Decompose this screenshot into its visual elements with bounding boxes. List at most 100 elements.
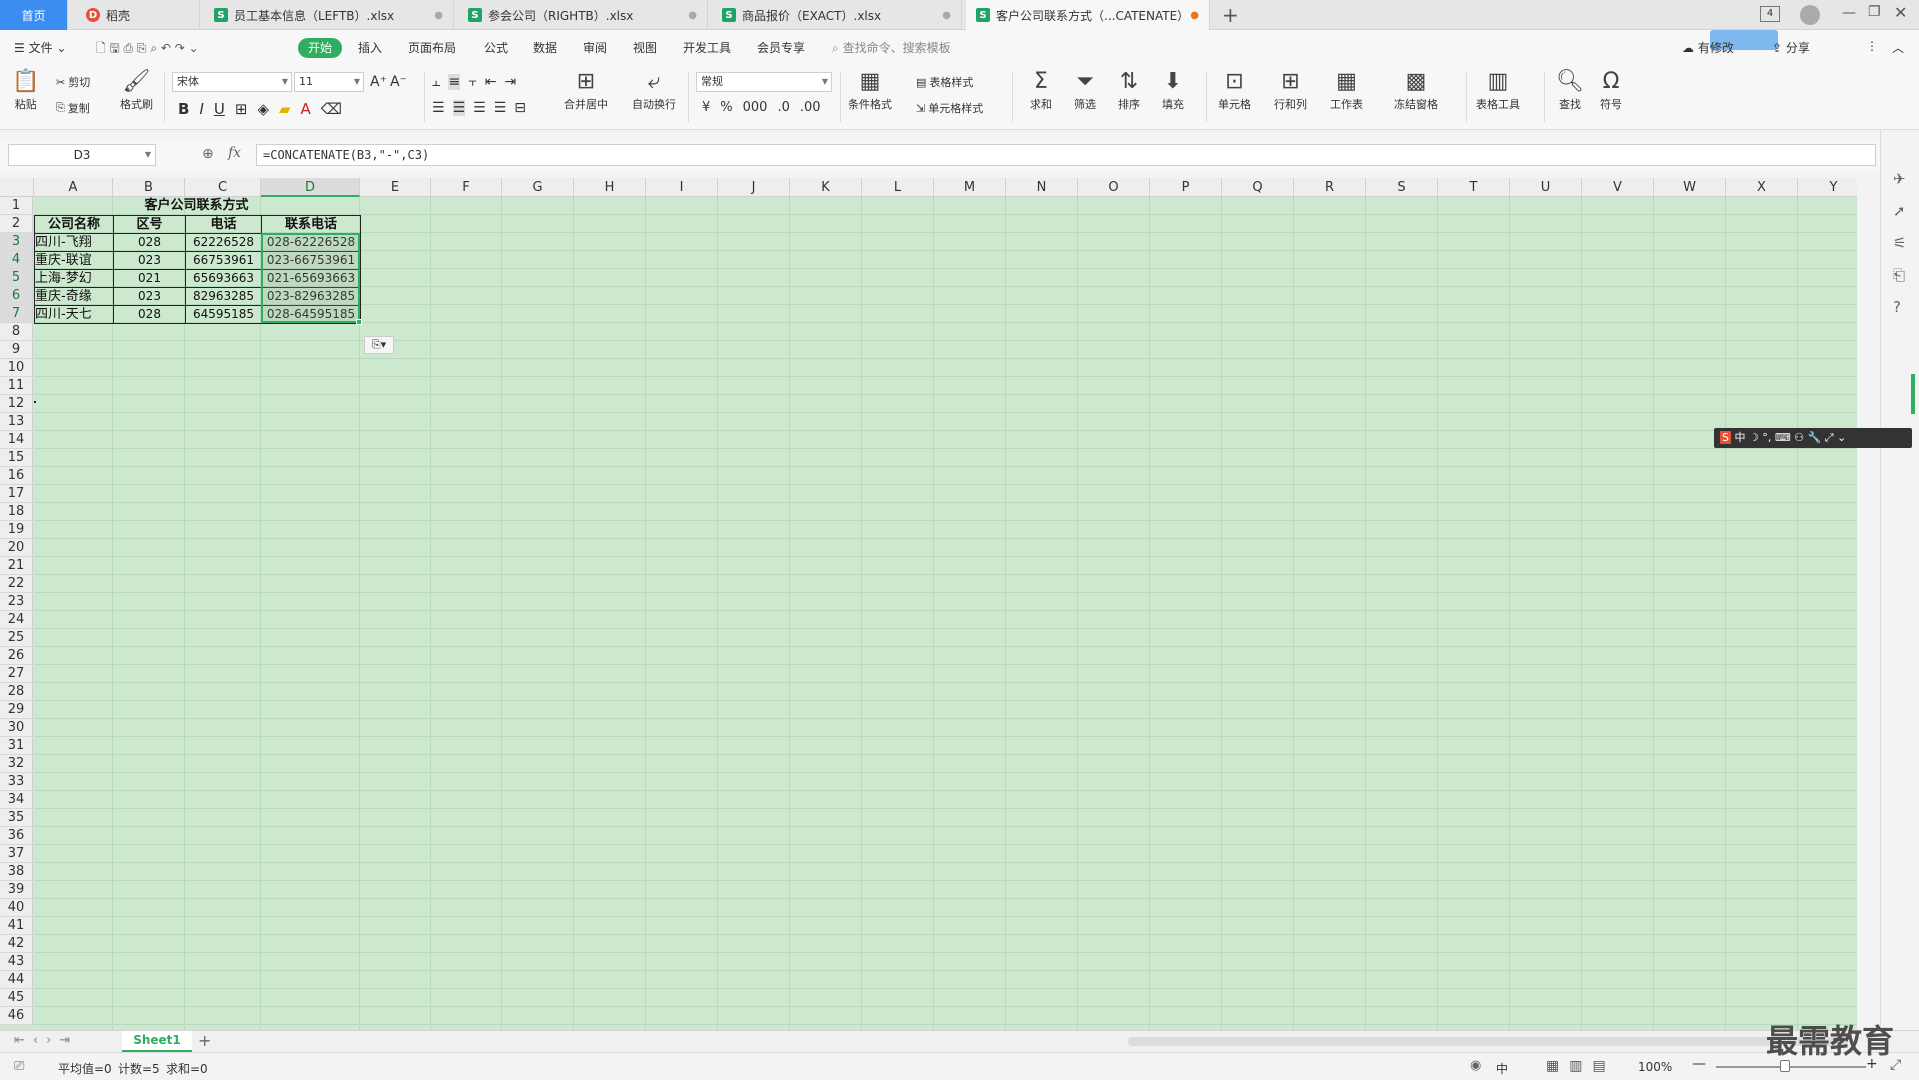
align-center-icon[interactable]: ☰ [452,100,466,116]
sheet-title[interactable]: 客户公司联系方式 [34,197,359,215]
row-header-10[interactable]: 10 [0,359,33,377]
row-header-1[interactable]: 1 [0,197,33,215]
close-icon[interactable]: ● [434,10,443,21]
align-left-icon[interactable]: ☰ [432,100,445,116]
column-header-N[interactable]: N [1006,178,1078,197]
row-header-6[interactable]: 6 [0,287,33,305]
column-header-W[interactable]: W [1654,178,1726,197]
fill-button[interactable]: ⬇ 填充 [1162,68,1184,112]
percent-icon[interactable]: % [720,100,732,115]
menu-tab-review[interactable]: 审阅 [583,39,607,56]
row-header-32[interactable]: 32 [0,755,33,773]
column-header-P[interactable]: P [1150,178,1222,197]
merge-center-button[interactable]: ⊞ 合并居中 [564,68,608,112]
sliders-icon[interactable]: ⚟ [1893,234,1906,252]
column-header-I[interactable]: I [646,178,718,197]
formula-input[interactable]: =CONCATENATE(B3,"-",C3) [256,144,1876,166]
row-header-45[interactable]: 45 [0,989,33,1007]
table-cell[interactable]: 重庆-奇缘 [34,287,114,306]
macro-icon[interactable]: ⎚ [14,1059,24,1074]
cut-button[interactable]: ✂ 剪切 [56,74,90,90]
fill-color-icon[interactable]: ◈ [257,100,269,118]
indent-increase-icon[interactable]: ⇥ [504,74,516,90]
row-header-26[interactable]: 26 [0,647,33,665]
font-name-select[interactable]: 宋体 ▼ [172,72,292,92]
file-menu[interactable]: ☰ 文件 ⌄ [14,39,66,56]
ime-mode[interactable]: 中 [1496,1060,1508,1077]
backup-icon[interactable]: ⎗ [1893,266,1905,284]
filter-button[interactable]: ⏷ 筛选 [1074,68,1096,112]
column-header-D[interactable]: D [261,178,360,197]
row-header-43[interactable]: 43 [0,953,33,971]
window-count-badge[interactable]: 4 [1760,6,1780,22]
column-header-K[interactable]: K [790,178,862,197]
row-header-38[interactable]: 38 [0,863,33,881]
row-header-31[interactable]: 31 [0,737,33,755]
help-icon[interactable]: ? [1893,298,1901,316]
align-right-icon[interactable]: ☰ [473,100,486,116]
unsaved-dot-icon[interactable]: ● [1190,10,1199,21]
paste-options-icon[interactable]: ⎘▾ [364,336,394,354]
thousands-icon[interactable]: 000 [743,100,768,115]
sort-button[interactable]: ⇅ 排序 [1118,68,1140,112]
column-header-C[interactable]: C [185,178,261,197]
column-header-S[interactable]: S [1366,178,1438,197]
menu-tab-data[interactable]: 数据 [533,39,557,56]
column-header-H[interactable]: H [574,178,646,197]
view-mode-icons[interactable]: ▦▥▤ [1546,1058,1616,1074]
table-cell[interactable]: 四川-飞翔 [34,233,114,252]
column-header-B[interactable]: B [113,178,185,197]
column-header-A[interactable]: A [34,178,113,197]
row-col-button[interactable]: ⊞ 行和列 [1274,68,1307,112]
menu-tab-formula[interactable]: 公式 [484,39,508,56]
font-increase-icon[interactable]: A⁺ [370,74,387,90]
border-icon[interactable]: ⊞ [235,100,248,118]
row-header-16[interactable]: 16 [0,467,33,485]
column-header-M[interactable]: M [934,178,1006,197]
column-header-O[interactable]: O [1078,178,1150,197]
row-header-36[interactable]: 36 [0,827,33,845]
row-header-39[interactable]: 39 [0,881,33,899]
find-button[interactable]: 🔍︎ 查找 [1556,68,1584,112]
cloud-save-status[interactable]: ☁ 有修改 [1682,39,1734,56]
column-header-G[interactable]: G [502,178,574,197]
table-cell[interactable]: 65693663 [185,269,262,288]
header-cell[interactable]: 区号 [113,215,186,234]
row-header-19[interactable]: 19 [0,521,33,539]
table-cell[interactable]: 82963285 [185,287,262,306]
column-header-E[interactable]: E [360,178,431,197]
number-format-select[interactable]: 常规 ▼ [696,72,832,92]
tab-rightb[interactable]: S 参会公司（RIGHTB）.xlsx ● [458,0,708,30]
sum-button[interactable]: Σ 求和 [1030,68,1052,112]
sheet-nav-arrows[interactable]: ⇤‹›⇥ [14,1033,78,1048]
font-decrease-icon[interactable]: A⁻ [390,74,407,90]
zoom-slider[interactable] [1716,1066,1866,1068]
column-header-F[interactable]: F [431,178,502,197]
row-header-18[interactable]: 18 [0,503,33,521]
column-header-U[interactable]: U [1510,178,1582,197]
close-window-icon[interactable]: ✕ [1894,3,1907,22]
table-tools-button[interactable]: ▥ 表格工具 [1476,68,1520,112]
row-header-23[interactable]: 23 [0,593,33,611]
tab-exact[interactable]: S 商品报价（EXACT）.xlsx ● [712,0,962,30]
zoom-out-icon[interactable]: — [1692,1056,1706,1072]
row-header-15[interactable]: 15 [0,449,33,467]
row-header-27[interactable]: 27 [0,665,33,683]
pointer-icon[interactable]: ➚ [1893,202,1906,220]
column-header-X[interactable]: X [1726,178,1798,197]
worksheet-button[interactable]: ▦ 工作表 [1330,68,1363,112]
table-cell[interactable]: 重庆-联谊 [34,251,114,270]
header-cell[interactable]: 联系电话 [261,215,361,234]
tab-home[interactable]: 首页 [0,0,68,30]
currency-icon[interactable]: ¥ [702,100,710,115]
column-header-J[interactable]: J [718,178,790,197]
row-header-29[interactable]: 29 [0,701,33,719]
justify-icon[interactable]: ☰ [494,100,507,116]
row-header-35[interactable]: 35 [0,809,33,827]
select-all-corner[interactable] [0,178,34,197]
bold-icon[interactable]: B [178,100,189,118]
zoom-formula-icon[interactable]: ⊕ [202,146,214,162]
table-cell[interactable]: 023 [113,287,186,306]
insert-function-icon[interactable]: fx [228,145,241,161]
row-header-2[interactable]: 2 [0,215,33,233]
